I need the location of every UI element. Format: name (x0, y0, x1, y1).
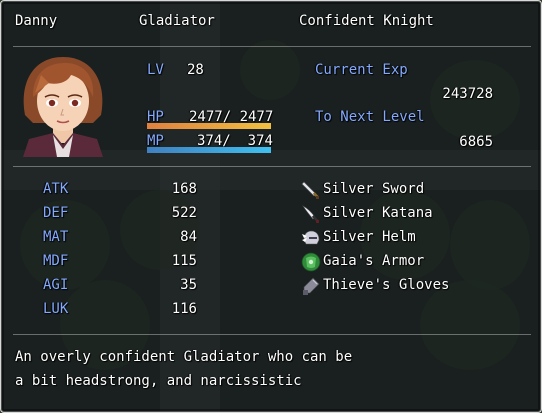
mp-gauge (147, 147, 271, 153)
actor-nickname: Confident Knight (299, 13, 434, 29)
param-label-atk: ATK (43, 181, 69, 197)
param-value-mat: 84 (180, 229, 197, 245)
exp-next-value: 6865 (459, 134, 493, 150)
param-label-agi: AGI (43, 277, 69, 293)
exp-next-label: To Next Level (315, 109, 425, 125)
hp-gauge (147, 123, 271, 129)
divider (13, 334, 531, 335)
actor-class: Gladiator (139, 13, 215, 29)
sword-icon (301, 181, 319, 199)
exp-current-label: Current Exp (315, 62, 408, 78)
equip-name: Silver Sword (323, 181, 425, 197)
actor-portrait (19, 53, 107, 157)
param-label-mat: MAT (43, 229, 69, 245)
param-value-luk: 116 (171, 301, 197, 317)
divider (13, 46, 531, 47)
param-value-mdf: 115 (171, 253, 197, 269)
helm-icon (302, 230, 320, 245)
equip-name: Silver Helm (323, 229, 416, 245)
param-label-def: DEF (43, 205, 69, 221)
status-window: Danny Gladiator Confident Knight LV 28 H… (0, 0, 542, 413)
param-value-agi: 35 (180, 277, 197, 293)
param-value-def: 522 (171, 205, 197, 221)
level-value: 28 (187, 62, 204, 78)
equip-name: Silver Katana (323, 205, 433, 221)
hp-gauge-fill (147, 123, 271, 129)
profile-line-1: An overly confident Gladiator who can be (15, 349, 353, 365)
param-label-luk: LUK (43, 301, 69, 317)
param-value-atk: 168 (171, 181, 197, 197)
param-label-mdf: MDF (43, 253, 69, 269)
exp-current-value: 243728 (442, 86, 493, 102)
divider (13, 166, 531, 167)
level-label: LV (147, 62, 164, 78)
equip-name: Gaia's Armor (323, 253, 425, 269)
actor-name: Danny (15, 13, 58, 29)
armor-icon (301, 252, 321, 272)
equip-name: Thieve's Gloves (323, 277, 450, 293)
katana-icon (302, 205, 319, 223)
profile-line-2: a bit headstrong, and narcissistic (15, 373, 302, 389)
mp-gauge-fill (147, 147, 271, 153)
gloves-icon (303, 277, 320, 295)
